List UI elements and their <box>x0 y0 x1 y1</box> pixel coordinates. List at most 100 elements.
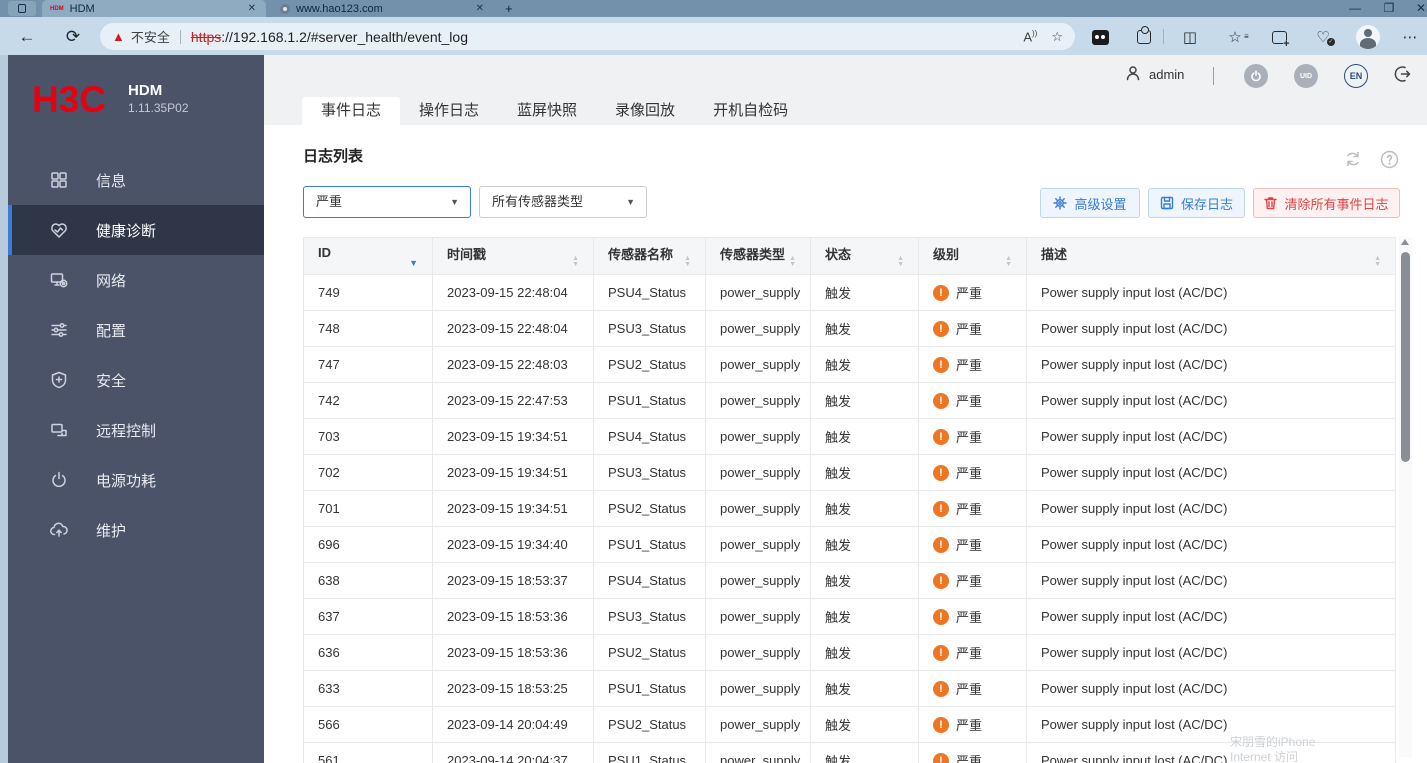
tab-close-icon[interactable]: ✕ <box>246 3 258 14</box>
warning-icon: ▲ <box>112 29 125 44</box>
restore-icon[interactable]: ❐ <box>1376 1 1402 15</box>
advanced-settings-button[interactable]: 高级设置 <box>1040 188 1140 218</box>
network-watermark: 宋朋雪的iPhone Internet 访问 <box>1230 735 1316 763</box>
sidebar-item-config[interactable]: 配置 <box>8 305 264 355</box>
scroll-up-icon[interactable] <box>1401 239 1409 245</box>
language-badge[interactable]: EN <box>1344 64 1368 88</box>
tab-bluescreen-snapshot[interactable]: 蓝屏快照 <box>498 97 596 125</box>
col-header-id[interactable]: ID ▼ <box>303 237 433 275</box>
table-row[interactable]: 702 2023-09-15 19:34:51 PSU3_Status powe… <box>303 454 1396 491</box>
sidebar-item-info[interactable]: 信息 <box>8 155 264 205</box>
tab-event-log[interactable]: 事件日志 <box>302 97 401 125</box>
new-tab-button[interactable]: + <box>505 1 513 16</box>
logout-icon[interactable] <box>1392 64 1412 84</box>
browser-tab-title: HDM <box>69 2 95 15</box>
browser-essentials-icon[interactable]: ♡ ✓ <box>1309 23 1337 51</box>
table-row[interactable]: 747 2023-09-15 22:48:03 PSU2_Status powe… <box>303 346 1396 383</box>
cell-description: Power supply input lost (AC/DC) <box>1026 742 1396 763</box>
https-strikethrough: https <box>190 28 222 45</box>
col-header-timestamp[interactable]: 时间戳 ▲ ▼ <box>432 237 594 275</box>
cell-sensor-name: PSU3_Status <box>593 454 706 491</box>
table-row[interactable]: 748 2023-09-15 22:48:04 PSU3_Status powe… <box>303 310 1396 347</box>
sidebar-item-remote-control[interactable]: 远程控制 <box>8 405 264 455</box>
sensor-type-filter-select[interactable]: 所有传感器类型 ▼ <box>479 186 647 218</box>
table-row[interactable]: 742 2023-09-15 22:47:53 PSU1_Status powe… <box>303 382 1396 419</box>
sidebar-item-security[interactable]: 安全 <box>8 355 264 405</box>
userbar-separator <box>1213 67 1214 85</box>
favorites-icon[interactable]: ☆ ≡ <box>1221 23 1249 51</box>
tab-close-icon[interactable]: ✕ <box>474 3 486 14</box>
uid-badge[interactable]: UID <box>1294 64 1318 88</box>
chevron-down-icon: ▼ <box>626 197 635 207</box>
power-icon <box>48 470 70 490</box>
tab-actions-button[interactable] <box>8 1 36 16</box>
col-header-sensor-type[interactable]: 传感器类型 ▲ ▼ <box>705 237 811 275</box>
browser-tab-hao123[interactable]: www.hao123.com ✕ <box>272 0 494 17</box>
scrollbar-thumb[interactable] <box>1401 252 1410 462</box>
col-header-status[interactable]: 状态 ▲ ▼ <box>810 237 919 275</box>
sliders-icon <box>48 320 70 340</box>
table-row[interactable]: 749 2023-09-15 22:48:04 PSU4_Status powe… <box>303 274 1396 311</box>
table-row[interactable]: 696 2023-09-15 19:34:40 PSU1_Status powe… <box>303 526 1396 563</box>
sidebar-item-label: 健康诊断 <box>96 222 157 240</box>
back-icon[interactable]: ← <box>14 24 40 50</box>
hdm-favicon: HDM <box>50 5 64 12</box>
browser-tab-title: www.hao123.com <box>296 2 383 15</box>
profile-avatar[interactable] <box>1354 23 1382 51</box>
sort-icon: ▲ ▼ <box>1374 255 1381 268</box>
sidebar: H3C HDM 1.11.35P02 信息 健康诊断 网络 配置 安全 远程控制… <box>8 55 264 763</box>
sidebar-item-network[interactable]: 网络 <box>8 255 264 305</box>
cell-status: 触发 <box>810 562 919 599</box>
tab-operation-log[interactable]: 操作日志 <box>400 97 498 125</box>
extensions-puzzle-icon[interactable] <box>1130 23 1158 51</box>
table-row[interactable]: 703 2023-09-15 19:34:51 PSU4_Status powe… <box>303 418 1396 455</box>
table-scrollbar[interactable] <box>1399 237 1412 757</box>
cell-timestamp: 2023-09-15 22:48:04 <box>432 310 594 347</box>
sidebar-item-power[interactable]: 电源功耗 <box>8 455 264 505</box>
power-control-icon[interactable] <box>1244 64 1268 88</box>
read-aloud-icon[interactable]: A)) <box>1023 29 1037 44</box>
cell-status: 触发 <box>810 454 919 491</box>
cell-description: Power supply input lost (AC/DC) <box>1026 526 1396 563</box>
sidebar-item-maintenance[interactable]: 维护 <box>8 505 264 555</box>
cell-id: 703 <box>303 418 433 455</box>
minimize-icon[interactable]: — <box>1342 1 1368 15</box>
cell-level: ! 严重 <box>918 634 1027 671</box>
browser-toolbar: ← ⟳ ▲ 不安全 https ://192.168.1.2/#server_h… <box>0 17 1427 55</box>
col-header-level[interactable]: 级别 ▲ ▼ <box>918 237 1027 275</box>
refresh-icon[interactable] <box>1342 148 1364 170</box>
shield-icon <box>48 370 70 390</box>
save-log-button[interactable]: 保存日志 <box>1148 188 1245 218</box>
help-icon[interactable] <box>1378 148 1400 170</box>
favorite-star-icon[interactable]: ☆ <box>1051 29 1063 45</box>
table-row[interactable]: 637 2023-09-15 18:53:36 PSU3_Status powe… <box>303 598 1396 635</box>
pinned-extension-icon[interactable] <box>1086 23 1114 51</box>
severity-filter-select[interactable]: 严重 ▼ <box>303 186 471 218</box>
col-header-description[interactable]: 描述 ▲ ▼ <box>1026 237 1396 275</box>
clear-all-logs-button[interactable]: 清除所有事件日志 <box>1253 188 1400 218</box>
col-header-sensor-name[interactable]: 传感器名称 ▲ ▼ <box>593 237 706 275</box>
alert-icon: ! <box>933 356 949 373</box>
username-label[interactable]: admin <box>1149 67 1184 82</box>
split-screen-icon[interactable]: ◫ <box>1176 23 1204 51</box>
browser-tab-hdm[interactable]: HDM HDM ✕ <box>42 0 266 17</box>
refresh-page-icon[interactable]: ⟳ <box>60 24 86 50</box>
more-menu-icon[interactable]: ⋯ <box>1396 23 1424 51</box>
sidebar-item-health[interactable]: 健康诊断 <box>8 205 264 255</box>
address-bar[interactable]: ▲ 不安全 https ://192.168.1.2/#server_healt… <box>100 23 1075 50</box>
tab-post-code[interactable]: 开机自检码 <box>694 97 807 125</box>
main-area: admin UID EN 事件日志 操作日志 蓝屏快照 录像回放 开机自检码 日… <box>264 55 1427 763</box>
tab-video-replay[interactable]: 录像回放 <box>596 97 694 125</box>
close-window-icon[interactable]: ✕ <box>1408 1 1427 15</box>
cell-level: ! 严重 <box>918 526 1027 563</box>
cell-status: 触发 <box>810 706 919 743</box>
alert-icon: ! <box>933 680 949 697</box>
table-row[interactable]: 701 2023-09-15 19:34:51 PSU2_Status powe… <box>303 490 1396 527</box>
cell-sensor-type: power_supply <box>705 742 811 763</box>
table-row[interactable]: 638 2023-09-15 18:53:37 PSU4_Status powe… <box>303 562 1396 599</box>
table-row[interactable]: 636 2023-09-15 18:53:36 PSU2_Status powe… <box>303 634 1396 671</box>
table-row[interactable]: 633 2023-09-15 18:53:25 PSU1_Status powe… <box>303 670 1396 707</box>
collections-icon[interactable] <box>1265 23 1293 51</box>
alert-icon: ! <box>933 716 949 733</box>
not-secure-label: 不安全 <box>130 30 170 45</box>
